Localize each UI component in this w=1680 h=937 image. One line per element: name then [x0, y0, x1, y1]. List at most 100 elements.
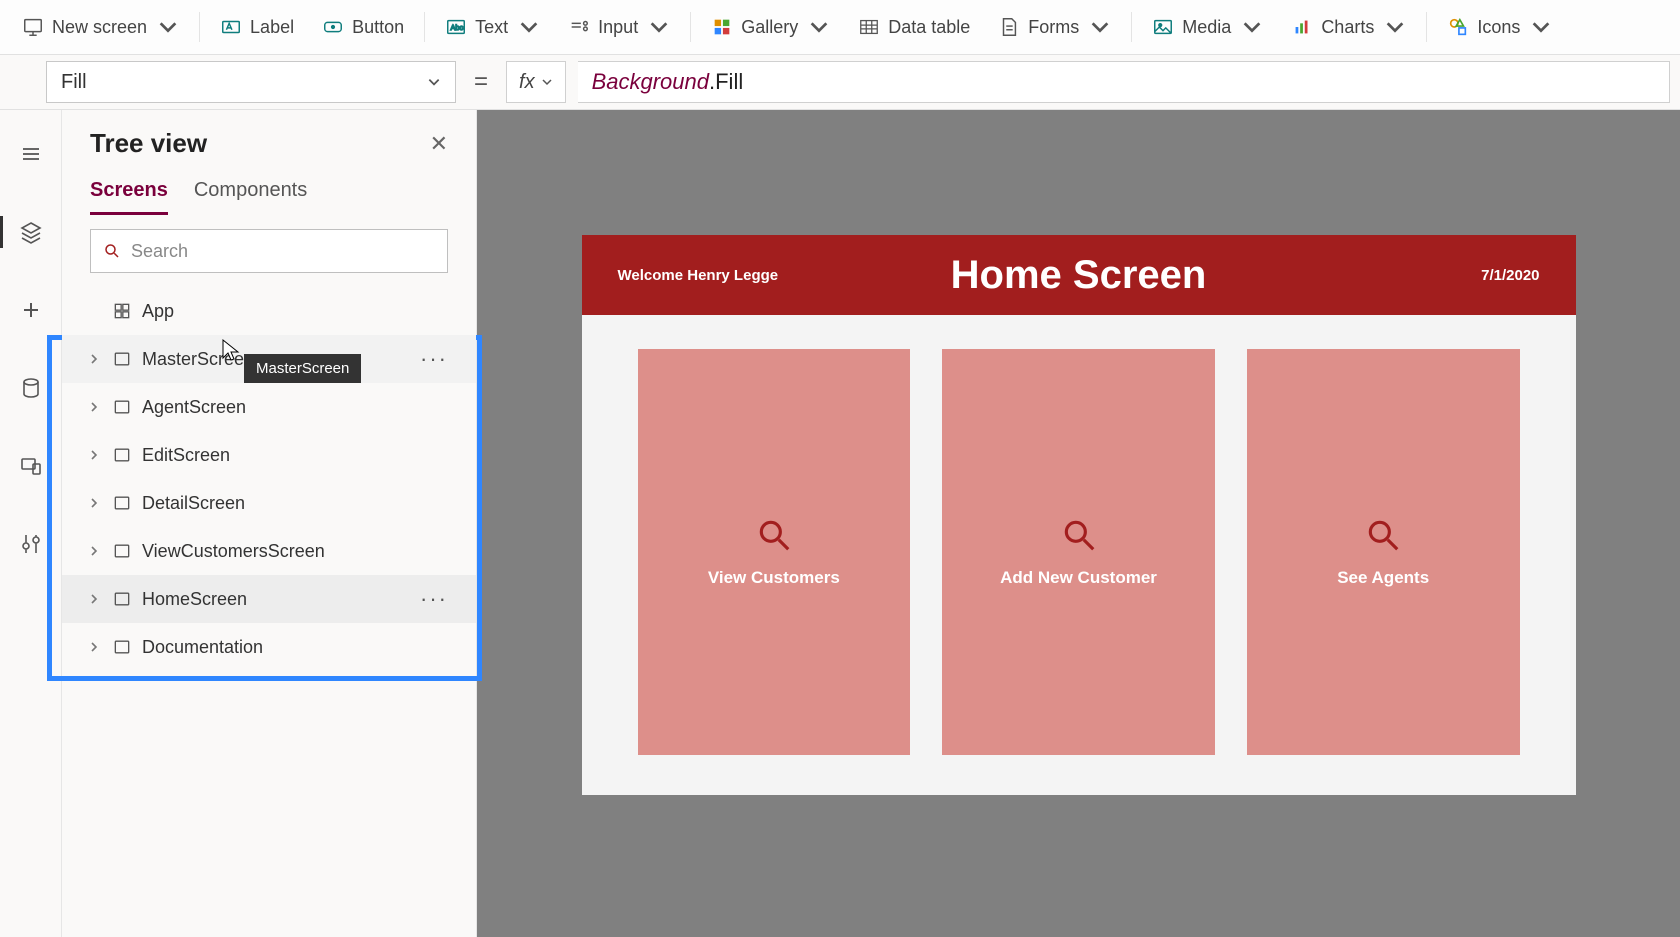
data-table-button[interactable]: Data table — [846, 10, 982, 44]
button-icon — [322, 16, 344, 38]
tree-search-input[interactable]: Search — [90, 229, 448, 273]
chevron-right-icon[interactable] — [86, 594, 102, 604]
tree-row-homescreen[interactable]: HomeScreen ··· — [62, 575, 476, 623]
chevron-down-icon — [157, 16, 179, 38]
new-screen-button[interactable]: New screen — [10, 10, 191, 44]
screen-icon — [112, 349, 132, 369]
tree-row-detailscreen[interactable]: DetailScreen — [62, 479, 476, 527]
tree-view-title: Tree view — [90, 128, 207, 159]
rail-insert[interactable] — [0, 286, 62, 334]
property-selector[interactable]: Fill — [46, 61, 456, 103]
app-canvas[interactable]: Welcome Henry Legge Home Screen 7/1/2020… — [582, 235, 1576, 795]
canvas-area[interactable]: Welcome Henry Legge Home Screen 7/1/2020… — [477, 110, 1680, 937]
screen-icon — [112, 445, 132, 465]
forms-icon — [998, 16, 1020, 38]
app-tiles: View Customers Add New Customer See Agen… — [582, 315, 1576, 795]
chevron-right-icon[interactable] — [86, 546, 102, 556]
tree-row-label: MasterScreen — [142, 349, 254, 370]
tile-see-agents[interactable]: See Agents — [1247, 349, 1520, 755]
tree-row-label: DetailScreen — [142, 493, 245, 514]
chevron-right-icon[interactable] — [86, 498, 102, 508]
rail-media[interactable] — [0, 442, 62, 490]
new-screen-label: New screen — [52, 17, 147, 38]
input-button[interactable]: Input — [556, 10, 682, 44]
media-button[interactable]: Media — [1140, 10, 1275, 44]
tree-list: App MasterScreen ··· — [62, 283, 476, 675]
tree-row-label: AgentScreen — [142, 397, 246, 418]
devices-icon — [19, 454, 43, 478]
tree-close-button[interactable]: ✕ — [430, 131, 448, 157]
chevron-right-icon[interactable] — [86, 642, 102, 652]
data-table-icon — [858, 16, 880, 38]
separator — [690, 12, 691, 42]
label-icon — [220, 16, 242, 38]
equals-sign: = — [474, 68, 488, 96]
database-icon — [19, 376, 43, 400]
tab-components[interactable]: Components — [194, 179, 307, 215]
search-icon — [103, 242, 121, 260]
app-date: 7/1/2020 — [1481, 267, 1539, 284]
tree-view-panel: Tree view ✕ Screens Components Search Ap… — [62, 110, 477, 937]
tree-row-masterscreen[interactable]: MasterScreen ··· — [62, 335, 476, 383]
chevron-down-icon — [427, 75, 441, 89]
rail-tree-view[interactable] — [0, 208, 62, 256]
tree-row-editscreen[interactable]: EditScreen — [62, 431, 476, 479]
text-button[interactable]: Abc Text — [433, 10, 552, 44]
left-rail — [0, 110, 62, 937]
tile-label: See Agents — [1337, 568, 1429, 588]
text-label: Text — [475, 17, 508, 38]
chevron-down-icon — [1384, 16, 1406, 38]
screen-icon — [112, 589, 132, 609]
tree-row-documentation[interactable]: Documentation — [62, 623, 476, 671]
gallery-button[interactable]: Gallery — [699, 10, 842, 44]
insert-ribbon: New screen Label Button Abc Text Input G… — [0, 0, 1680, 55]
rail-data[interactable] — [0, 364, 62, 412]
tree-row-viewcustomersscreen[interactable]: ViewCustomersScreen — [62, 527, 476, 575]
label-text: Label — [250, 17, 294, 38]
chevron-right-icon[interactable] — [86, 354, 102, 364]
separator — [424, 12, 425, 42]
tab-screens[interactable]: Screens — [90, 179, 168, 215]
fx-button[interactable]: fx — [506, 61, 566, 103]
button-button[interactable]: Button — [310, 10, 416, 44]
tree-row-label: EditScreen — [142, 445, 230, 466]
chevron-down-icon — [541, 76, 553, 88]
gallery-label: Gallery — [741, 17, 798, 38]
forms-button[interactable]: Forms — [986, 10, 1123, 44]
chevron-right-icon[interactable] — [86, 450, 102, 460]
rail-tools[interactable] — [0, 520, 62, 568]
tree-row-label: App — [142, 301, 174, 322]
svg-text:Abc: Abc — [451, 23, 464, 32]
app-header: Welcome Henry Legge Home Screen 7/1/2020 — [582, 235, 1576, 315]
app-title: Home Screen — [951, 253, 1207, 298]
label-button[interactable]: Label — [208, 10, 306, 44]
tile-view-customers[interactable]: View Customers — [638, 349, 911, 755]
tile-add-new-customer[interactable]: Add New Customer — [942, 349, 1215, 755]
tree-row-app[interactable]: App — [62, 287, 476, 335]
more-button[interactable]: ··· — [420, 586, 448, 612]
screen-icon — [112, 397, 132, 417]
tree-row-label: Documentation — [142, 637, 263, 658]
icons-button[interactable]: Icons — [1435, 10, 1564, 44]
forms-label: Forms — [1028, 17, 1079, 38]
tree-row-label: ViewCustomersScreen — [142, 541, 325, 562]
separator — [1426, 12, 1427, 42]
screen-icon — [112, 493, 132, 513]
chevron-down-icon — [808, 16, 830, 38]
property-name: Fill — [61, 71, 87, 94]
plus-icon — [19, 298, 43, 322]
text-icon: Abc — [445, 16, 467, 38]
charts-button[interactable]: Charts — [1279, 10, 1418, 44]
tree-row-agentscreen[interactable]: AgentScreen — [62, 383, 476, 431]
chevron-right-icon[interactable] — [86, 402, 102, 412]
formula-input[interactable]: Background.Fill — [578, 61, 1670, 103]
more-button[interactable]: ··· — [420, 346, 448, 372]
screens-group: MasterScreen ··· AgentScreen EditScreen — [62, 335, 476, 671]
screen-icon — [112, 541, 132, 561]
tile-label: Add New Customer — [1000, 568, 1157, 588]
rail-hamburger[interactable] — [0, 130, 62, 178]
chevron-down-icon — [648, 16, 670, 38]
chevron-down-icon — [1530, 16, 1552, 38]
search-placeholder: Search — [131, 241, 188, 262]
button-text: Button — [352, 17, 404, 38]
